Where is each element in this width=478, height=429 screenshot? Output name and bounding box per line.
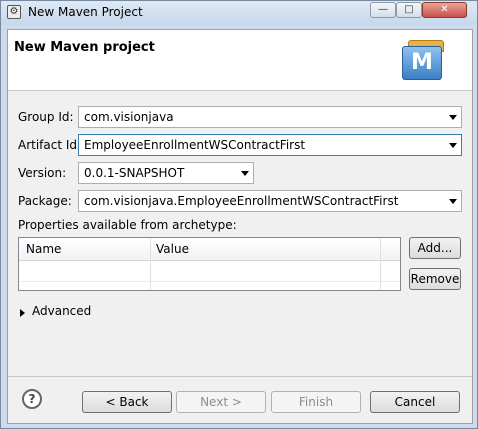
group-id-label: Group Id:: [18, 110, 74, 124]
version-label: Version:: [18, 166, 67, 180]
next-button[interactable]: Next >: [176, 391, 266, 413]
close-button[interactable]: ✕: [422, 2, 467, 18]
table-header: Name Value: [19, 238, 400, 261]
chevron-down-icon[interactable]: [449, 199, 457, 204]
table-row-divider: [19, 281, 400, 282]
column-header-name[interactable]: Name: [26, 242, 61, 256]
dialog-content: New Maven project M Group Id: com.vision…: [7, 29, 473, 424]
column-divider: [150, 238, 151, 290]
maven-dialog-window: ⚙ New Maven Project — □ ✕ New Maven proj…: [0, 0, 478, 429]
advanced-section-toggle[interactable]: Advanced: [32, 304, 91, 318]
expand-triangle-icon[interactable]: [20, 309, 25, 317]
minimize-button[interactable]: —: [370, 2, 396, 18]
help-icon[interactable]: ?: [22, 389, 42, 409]
artifact-id-label: Artifact Id:: [18, 138, 82, 152]
package-combo[interactable]: com.visionjava.EmployeeEnrollmentWSContr…: [78, 190, 462, 212]
window-title: New Maven Project: [28, 5, 143, 19]
maven-icon: M: [402, 40, 444, 80]
package-value: com.visionjava.EmployeeEnrollmentWSContr…: [84, 194, 399, 208]
add-property-button[interactable]: Add...: [409, 237, 461, 259]
column-divider: [380, 238, 381, 290]
properties-label: Properties available from archetype:: [18, 218, 237, 232]
wizard-banner: New Maven project M: [8, 30, 472, 91]
column-header-value[interactable]: Value: [156, 242, 189, 256]
group-id-value: com.visionjava: [84, 110, 174, 124]
version-value: 0.0.1-SNAPSHOT: [84, 166, 185, 180]
artifact-id-value: EmployeeEnrollmentWSContractFirst: [84, 138, 306, 152]
chevron-down-icon[interactable]: [449, 143, 457, 148]
cancel-button[interactable]: Cancel: [370, 391, 460, 413]
artifact-id-combo[interactable]: EmployeeEnrollmentWSContractFirst: [78, 134, 462, 156]
maven-logo-letter: M: [402, 46, 442, 80]
version-combo[interactable]: 0.0.1-SNAPSHOT: [78, 162, 254, 184]
title-bar: ⚙ New Maven Project — □ ✕: [1, 1, 477, 25]
footer-divider: [8, 376, 472, 377]
app-icon: ⚙: [7, 5, 21, 19]
chevron-down-icon[interactable]: [241, 171, 249, 176]
back-button[interactable]: < Back: [82, 391, 172, 413]
chevron-down-icon[interactable]: [449, 115, 457, 120]
package-label: Package:: [18, 194, 72, 208]
properties-table[interactable]: Name Value: [18, 237, 401, 291]
group-id-combo[interactable]: com.visionjava: [78, 106, 462, 128]
remove-property-button[interactable]: Remove: [409, 268, 461, 290]
maximize-button[interactable]: □: [396, 2, 422, 18]
wizard-title: New Maven project: [14, 40, 155, 55]
finish-button[interactable]: Finish: [271, 391, 361, 413]
